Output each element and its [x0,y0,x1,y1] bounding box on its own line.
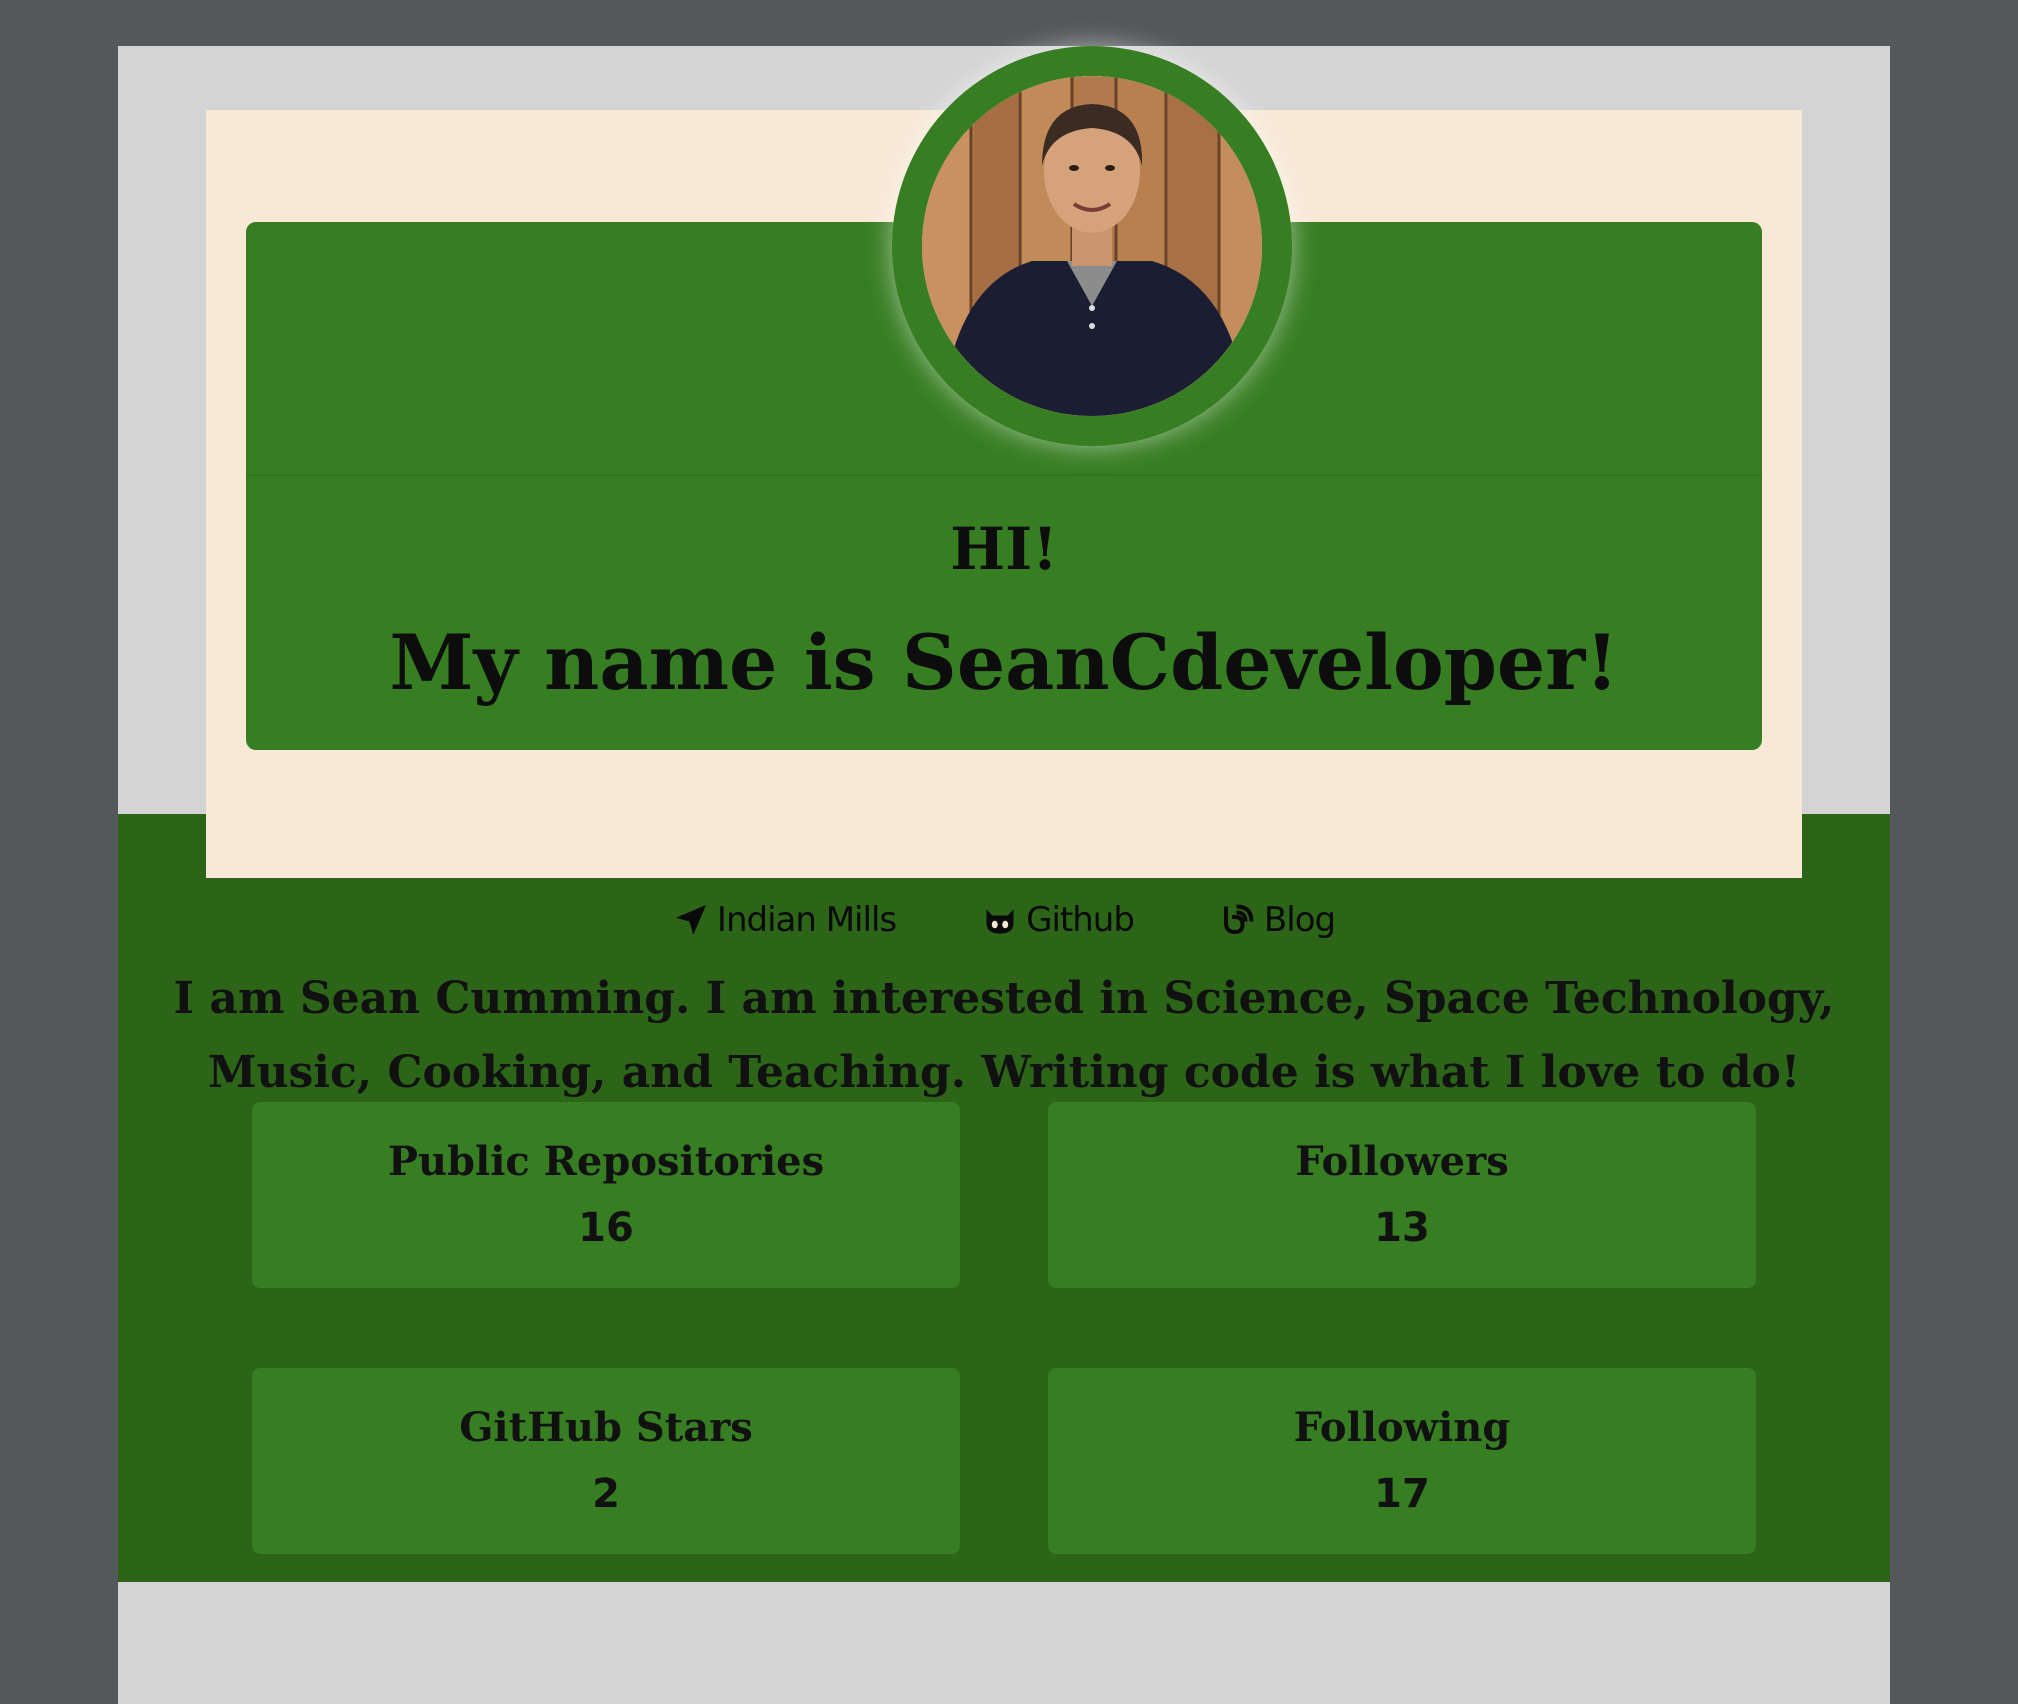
greeting-heading: HI! [950,515,1058,583]
stat-value: 2 [592,1471,620,1517]
stat-value: 17 [1374,1471,1430,1517]
name-heading: My name is SeanCdeveloper! [389,618,1619,707]
avatar-frame [892,46,1292,446]
blog-link[interactable]: Blog [1220,900,1336,940]
blog-link-label: Blog [1263,900,1336,940]
header-divider [246,474,1762,476]
github-link[interactable]: Github [982,900,1135,940]
profile-photo [922,76,1262,416]
location-link-label: Indian Mills [716,900,897,940]
page-wrapper: HI! My name is SeanCdeveloper! Indian Mi… [118,46,1890,1704]
github-icon [986,909,1014,934]
location-link[interactable]: Indian Mills [673,900,897,940]
stat-card-public-repos: Public Repositories 16 [252,1102,960,1288]
location-arrow-icon [675,905,706,935]
avatar [922,76,1262,416]
stat-card-followers: Followers 13 [1048,1102,1756,1288]
profile-links: Indian Mills Github Blog [206,900,1802,940]
stat-card-github-stars: GitHub Stars 2 [252,1368,960,1554]
profile-card: HI! My name is SeanCdeveloper! Indian Mi… [206,46,1802,940]
stat-label: Public Repositories [387,1138,825,1185]
stat-label: Following [1293,1404,1511,1451]
stat-value: 16 [578,1205,634,1251]
stat-label: Followers [1295,1138,1509,1185]
stat-label: GitHub Stars [459,1404,753,1451]
stat-value: 13 [1374,1205,1430,1251]
stat-card-following: Following 17 [1048,1368,1756,1554]
bio-text: I am Sean Cumming. I am interested in Sc… [173,973,1835,1098]
github-link-label: Github [1026,900,1135,940]
rss-icon [1223,904,1254,934]
